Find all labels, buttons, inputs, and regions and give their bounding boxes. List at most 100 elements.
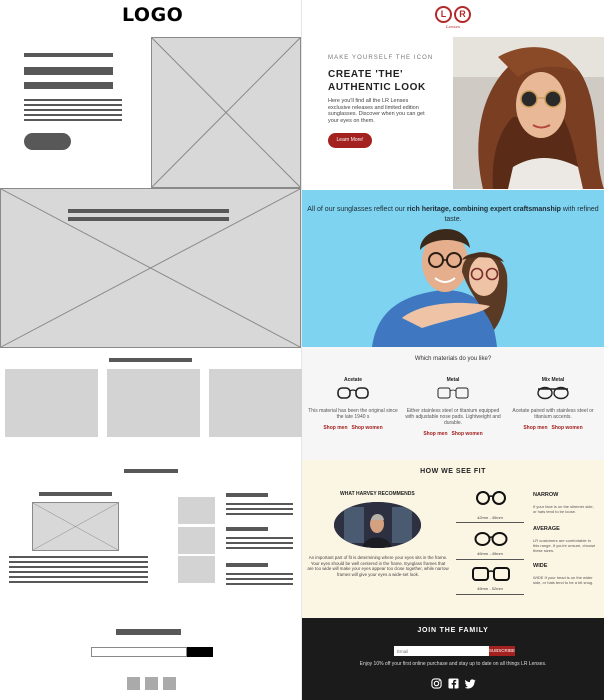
metal-glasses-icon bbox=[437, 387, 469, 399]
wire-fit-heading bbox=[124, 469, 178, 473]
shop-men-link[interactable]: Shop men bbox=[523, 425, 547, 431]
twitter-icon[interactable] bbox=[465, 678, 476, 689]
wire-text-line bbox=[9, 556, 148, 558]
wire-email-input[interactable] bbox=[91, 647, 187, 657]
learn-more-button[interactable]: Learn More! bbox=[328, 133, 372, 148]
wire-text-line bbox=[9, 571, 148, 573]
wire-text-line bbox=[9, 576, 148, 578]
wire-material-card bbox=[5, 369, 98, 437]
mix-metal-glasses-icon bbox=[537, 386, 569, 400]
wire-eyebrow-bar bbox=[24, 53, 113, 57]
facebook-icon[interactable] bbox=[448, 678, 459, 689]
recommend-body: An important part of fit is determining … bbox=[307, 555, 449, 577]
materials-question: Which materials do you like? bbox=[414, 356, 492, 362]
email-input[interactable] bbox=[394, 646, 489, 656]
wire-fit-subheading bbox=[39, 492, 112, 496]
wire-text-line bbox=[24, 119, 122, 121]
wire-text-line bbox=[24, 99, 122, 101]
material-desc: This material has been the original sinc… bbox=[308, 408, 398, 420]
size-label-wide: WIDE bbox=[533, 563, 548, 569]
wire-fit-icon-box bbox=[178, 497, 215, 524]
wire-text-line bbox=[24, 104, 122, 106]
wire-text-line bbox=[226, 547, 293, 549]
size-range-narrow: 42mm - 45mm bbox=[477, 515, 503, 520]
shop-men-link[interactable]: Shop men bbox=[423, 431, 447, 437]
wire-subscribe-button[interactable] bbox=[187, 647, 213, 657]
wire-social-icon[interactable] bbox=[127, 677, 140, 690]
wide-glasses-icon bbox=[472, 567, 510, 581]
wire-social-icon[interactable] bbox=[163, 677, 176, 690]
material-desc: Acetate paired with stainless steel or t… bbox=[512, 408, 594, 420]
wire-text-line bbox=[226, 583, 293, 585]
wire-text-line bbox=[226, 542, 293, 544]
materials-section: Which materials do you like? Acetate Thi… bbox=[302, 347, 604, 460]
wire-hero-image bbox=[151, 37, 301, 188]
fit-title: HOW WE SEE FIT bbox=[420, 468, 486, 475]
couple-photo bbox=[372, 229, 508, 347]
instagram-icon[interactable] bbox=[431, 678, 442, 689]
heritage-band: All of our sunglasses reflect our rich h… bbox=[302, 190, 604, 347]
wire-material-card bbox=[209, 369, 302, 437]
wire-band-text bbox=[68, 209, 229, 213]
wire-band-text bbox=[68, 217, 229, 221]
wire-materials-heading bbox=[109, 358, 192, 362]
size-desc-average: LR customers are comfortable in this ran… bbox=[533, 538, 596, 553]
narrow-glasses-icon bbox=[476, 491, 506, 505]
shop-women-link[interactable]: Shop women bbox=[352, 425, 383, 431]
join-family-heading: JOIN THE FAMILY bbox=[417, 627, 489, 634]
recommend-title: WHAT HARVEY RECOMMENDS bbox=[340, 491, 415, 497]
wire-text-line bbox=[226, 578, 293, 580]
material-desc: Either stainless steel or titanium equip… bbox=[405, 408, 501, 426]
fit-rule bbox=[456, 522, 524, 523]
wire-text-line bbox=[226, 573, 293, 575]
hero-title-line2: AUTHENTIC LOOK bbox=[328, 82, 426, 93]
shop-women-link[interactable]: Shop women bbox=[452, 431, 483, 437]
wire-material-card bbox=[107, 369, 200, 437]
wire-fit-label bbox=[226, 493, 268, 497]
wire-text-line bbox=[226, 537, 293, 539]
shop-women-link[interactable]: Shop women bbox=[552, 425, 583, 431]
wire-button[interactable] bbox=[24, 133, 71, 150]
harvey-photo bbox=[334, 502, 421, 548]
material-card-acetate: Acetate This material has been the origi… bbox=[305, 377, 401, 431]
size-desc-wide: WIDE If your head is on the wider side, … bbox=[533, 575, 594, 585]
wire-fit-icon-box bbox=[178, 527, 215, 554]
size-range-average: 46mm - 49mm bbox=[477, 551, 503, 556]
wire-text-line bbox=[24, 114, 122, 116]
size-label-narrow: NARROW bbox=[533, 492, 559, 498]
hero-title-line1: CREATE 'THE' bbox=[328, 69, 404, 80]
wire-fit-label bbox=[226, 527, 268, 531]
wire-social-icon[interactable] bbox=[145, 677, 158, 690]
wire-text-line bbox=[24, 109, 122, 111]
material-name: Metal bbox=[446, 377, 460, 383]
wire-title-bar-2 bbox=[24, 82, 113, 89]
footer-offer-text: Enjoy 10% off your first online purchase… bbox=[359, 661, 547, 667]
material-card-mix-metal: Mix Metal Acetate paired with stainless … bbox=[505, 377, 601, 431]
hero-eyebrow: MAKE YOURSELF THE ICON bbox=[328, 55, 434, 61]
logo-tagline: Lenses bbox=[445, 24, 461, 29]
subscribe-button[interactable]: SUBSCRIBE bbox=[489, 646, 515, 656]
hero-photo-woman bbox=[453, 37, 604, 189]
wire-text-line bbox=[226, 513, 293, 515]
brand-logo[interactable]: LR Lenses bbox=[427, 4, 479, 29]
size-desc-narrow: If your face is on the slimmer side, or … bbox=[533, 504, 594, 514]
wire-text-line bbox=[9, 561, 148, 563]
wire-fit-icon-box bbox=[178, 556, 215, 583]
wire-fit-image bbox=[32, 502, 119, 551]
logo-letter-r: R bbox=[454, 6, 471, 23]
footer: JOIN THE FAMILY SUBSCRIBE Enjoy 10% off … bbox=[302, 618, 604, 700]
fit-section: HOW WE SEE FIT WHAT HARVEY RECOMMENDS An… bbox=[302, 460, 604, 618]
shop-men-link[interactable]: Shop men bbox=[323, 425, 347, 431]
wire-text-line bbox=[9, 566, 148, 568]
average-glasses-icon bbox=[474, 532, 508, 546]
wire-footer-heading bbox=[116, 629, 181, 635]
material-name: Mix Metal bbox=[541, 377, 565, 383]
wire-fit-label bbox=[226, 563, 268, 567]
fit-rule bbox=[456, 559, 524, 560]
logo-letter-l: L bbox=[435, 6, 452, 23]
wireframe-logo: LOGO bbox=[122, 4, 184, 26]
acetate-glasses-icon bbox=[337, 387, 369, 399]
hero-body: Here you'll find all the LR Lenses exclu… bbox=[328, 98, 425, 124]
fit-rule bbox=[456, 594, 524, 595]
size-range-wide: 49mm - 52mm bbox=[477, 586, 503, 591]
